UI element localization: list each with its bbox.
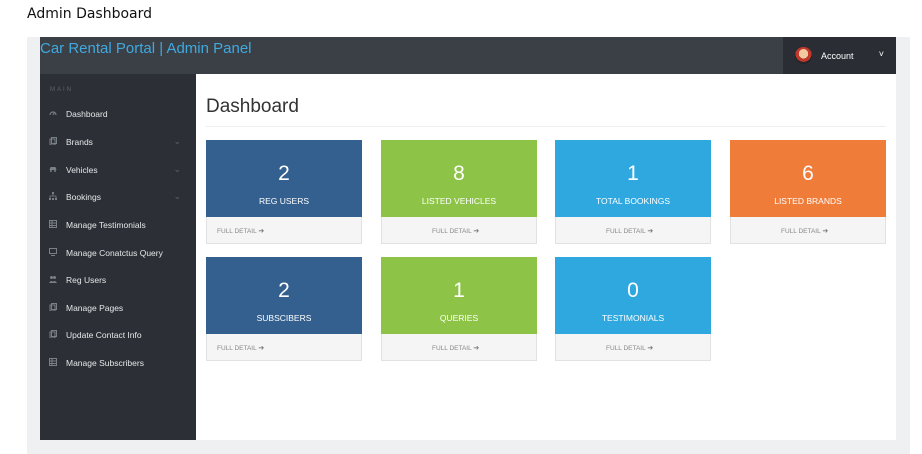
- full-detail-link[interactable]: FULL DETAIL ➔: [555, 217, 711, 244]
- sidebar-item-label: Manage Conatctus Query: [66, 248, 163, 258]
- sidebar-item-label: Reg Users: [66, 275, 107, 285]
- stat-value: 0: [627, 279, 639, 302]
- sidebar: MAIN Dashboard Brands ⌄ Vehicles ⌄ Booki…: [40, 74, 196, 440]
- sidebar-item-label: Manage Pages: [66, 303, 124, 313]
- sidebar-item-bookings[interactable]: Bookings ⌄: [40, 187, 196, 207]
- full-detail-link[interactable]: FULL DETAIL ➔: [555, 334, 711, 361]
- stat-label: TESTIMONIALS: [601, 313, 665, 323]
- sidebar-heading: MAIN: [50, 87, 73, 93]
- dashboard-icon: [49, 111, 57, 116]
- chevron-down-icon: ⌄: [173, 136, 181, 146]
- sidebar-item-dashboard[interactable]: Dashboard: [40, 104, 196, 124]
- full-detail-link[interactable]: FULL DETAIL ➔: [730, 217, 886, 244]
- full-detail-link[interactable]: FULL DETAIL ➔: [381, 334, 537, 361]
- top-navbar: Car Rental Portal | Admin Panel Account …: [40, 37, 896, 74]
- sidebar-item-label: Manage Testimonials: [66, 220, 146, 230]
- arrow-right-icon: ➔: [258, 345, 265, 352]
- sidebar-item-label: Manage Subscribers: [66, 358, 144, 368]
- stat-label: SUBSCIBERS: [256, 313, 312, 323]
- full-detail-link[interactable]: FULL DETAIL ➔: [381, 217, 537, 244]
- sidebar-item-vehicles[interactable]: Vehicles ⌄: [40, 160, 196, 180]
- account-label: Account: [821, 51, 854, 61]
- sidebar-item-manage-testimonials[interactable]: Manage Testimonials: [40, 215, 196, 235]
- stat-value: 1: [627, 162, 639, 185]
- sidebar-item-label: Vehicles: [66, 165, 98, 175]
- main-content: Dashboard 2 REG USERS FULL DETAIL ➔ 8 LI…: [196, 74, 896, 440]
- arrow-right-icon: ➔: [473, 345, 480, 352]
- page-title: Dashboard: [206, 96, 299, 117]
- stat-value: 2: [278, 279, 290, 302]
- link-label: FULL DETAIL: [606, 228, 646, 235]
- sidebar-item-update-contact-info[interactable]: Update Contact Info: [40, 325, 196, 345]
- stat-card-reg-users: 2 REG USERS FULL DETAIL ➔: [206, 140, 362, 244]
- stat-value: 6: [802, 162, 814, 185]
- stat-value: 1: [453, 279, 465, 302]
- files-icon: [49, 303, 57, 311]
- arrow-right-icon: ➔: [647, 228, 654, 235]
- full-detail-link[interactable]: FULL DETAIL ➔: [206, 217, 362, 244]
- sidebar-item-label: Brands: [66, 137, 93, 147]
- sidebar-item-label: Bookings: [66, 192, 101, 202]
- sidebar-item-reg-users[interactable]: Reg Users: [40, 270, 196, 290]
- stat-label: QUERIES: [439, 313, 479, 323]
- link-label: FULL DETAIL: [432, 345, 472, 352]
- stat-card-subscibers: 2 SUBSCIBERS FULL DETAIL ➔: [206, 257, 362, 361]
- link-label: FULL DETAIL: [606, 345, 646, 352]
- stat-card-total-bookings: 1 TOTAL BOOKINGS FULL DETAIL ➔: [555, 140, 711, 244]
- stat-label: LISTED BRANDS: [774, 196, 842, 206]
- link-label: FULL DETAIL: [432, 228, 472, 235]
- sidebar-item-manage-pages[interactable]: Manage Pages: [40, 298, 196, 318]
- table-icon: [49, 220, 57, 228]
- chevron-down-icon: ⌄: [173, 164, 181, 174]
- files-icon: [49, 137, 57, 145]
- arrow-right-icon: ➔: [258, 228, 265, 235]
- link-label: FULL DETAIL: [217, 228, 257, 235]
- divider: [206, 126, 886, 127]
- table-icon: [49, 358, 57, 366]
- sidebar-item-brands[interactable]: Brands ⌄: [40, 132, 196, 152]
- stat-value: 8: [453, 162, 465, 185]
- stat-card-queries: 1 QUERIES FULL DETAIL ➔: [381, 257, 537, 361]
- stat-card-testimonials: 0 TESTIMONIALS FULL DETAIL ➔: [555, 257, 711, 361]
- users-icon: [49, 276, 57, 283]
- full-detail-link[interactable]: FULL DETAIL ➔: [206, 334, 362, 361]
- desktop-icon: [49, 248, 57, 256]
- sidebar-item-label: Update Contact Info: [66, 330, 142, 340]
- avatar: [795, 47, 812, 64]
- account-menu[interactable]: Account ˅: [783, 37, 896, 74]
- stat-label: LISTED VEHICLES: [421, 196, 497, 206]
- sidebar-item-manage-subscribers[interactable]: Manage Subscribers: [40, 353, 196, 373]
- stat-label: REG USERS: [258, 196, 310, 206]
- arrow-right-icon: ➔: [822, 228, 829, 235]
- stat-card-listed-vehicles: 8 LISTED VEHICLES FULL DETAIL ➔: [381, 140, 537, 244]
- stat-value: 2: [278, 162, 290, 185]
- chevron-down-icon: ˅: [878, 49, 884, 59]
- sidebar-item-manage-contactus-query[interactable]: Manage Conatctus Query: [40, 243, 196, 263]
- stat-label: TOTAL BOOKINGS: [596, 196, 670, 206]
- sitemap-icon: [49, 192, 57, 200]
- link-label: FULL DETAIL: [781, 228, 821, 235]
- link-label: FULL DETAIL: [217, 345, 257, 352]
- arrow-right-icon: ➔: [647, 345, 654, 352]
- arrow-right-icon: ➔: [473, 228, 480, 235]
- brand-title[interactable]: Car Rental Portal | Admin Panel: [40, 40, 252, 57]
- stat-card-listed-brands: 6 LISTED BRANDS FULL DETAIL ➔: [730, 140, 886, 244]
- chevron-down-icon: ⌄: [173, 191, 181, 201]
- screenshot-caption: Admin Dashboard: [27, 6, 153, 22]
- files-icon: [49, 330, 57, 338]
- car-icon: [49, 167, 57, 172]
- sidebar-item-label: Dashboard: [66, 109, 108, 119]
